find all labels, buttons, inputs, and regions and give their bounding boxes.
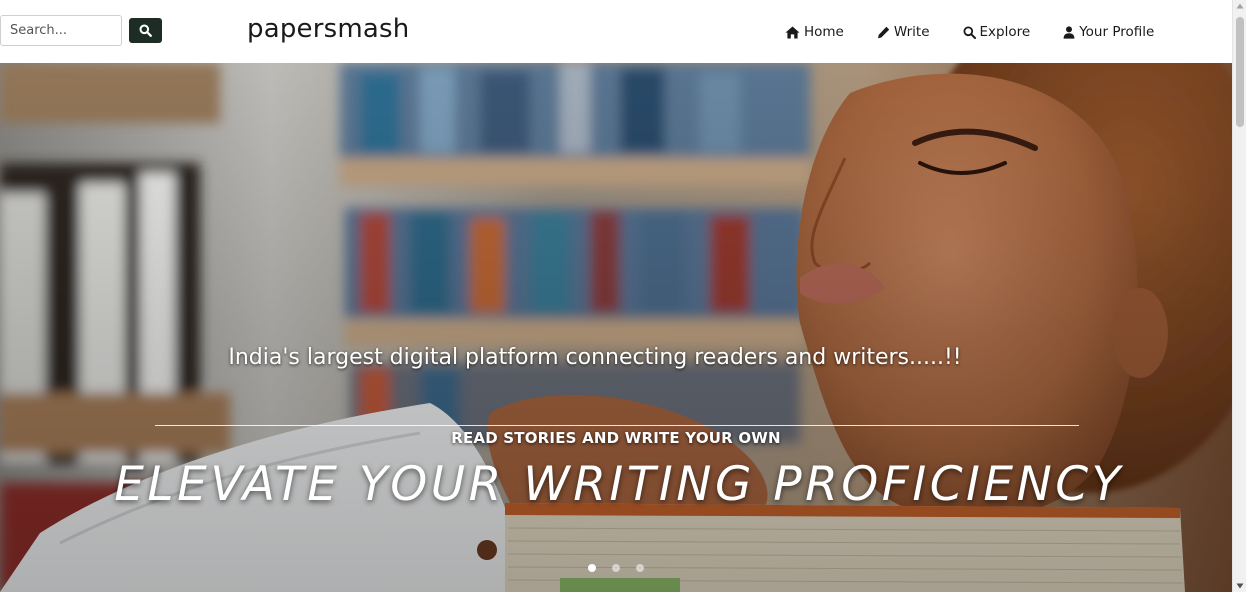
scrollbar-thumb[interactable]	[1236, 17, 1244, 127]
home-icon	[785, 26, 800, 38]
carousel-indicators	[588, 564, 660, 572]
carousel-indicator-3[interactable]	[636, 564, 644, 572]
hero-background-image	[0, 63, 1232, 592]
search-button[interactable]	[129, 18, 162, 43]
nav-explore-label: Explore	[979, 24, 1031, 40]
user-icon	[1063, 25, 1075, 39]
search-input[interactable]	[0, 15, 122, 46]
scroll-up-arrow-icon[interactable]	[1236, 3, 1244, 9]
nav-profile-link[interactable]: Your Profile	[1063, 24, 1154, 40]
scroll-down-arrow-icon[interactable]	[1236, 583, 1244, 589]
nav-explore-link[interactable]: Explore	[963, 24, 1031, 40]
page-scrollbar[interactable]	[1232, 0, 1246, 592]
hero-carousel: India's largest digital platform connect…	[0, 63, 1232, 592]
brand-logo[interactable]: papersmash	[247, 14, 409, 44]
top-navbar: papersmash Home Write Explore	[0, 0, 1232, 63]
search-icon	[963, 26, 976, 39]
main-nav: Home Write Explore Your Profile	[785, 22, 1154, 42]
carousel-indicator-1[interactable]	[588, 564, 596, 572]
search-icon	[139, 24, 152, 37]
carousel-indicator-2[interactable]	[612, 564, 620, 572]
nav-profile-label: Your Profile	[1079, 24, 1155, 40]
hero-headline: ELEVATE YOUR WRITING PROFICIENCY	[114, 457, 1124, 512]
hero-divider	[155, 425, 1079, 426]
pencil-icon	[877, 26, 890, 38]
hero-tagline: India's largest digital platform connect…	[228, 345, 962, 370]
nav-home-label: Home	[804, 24, 844, 40]
nav-write-link[interactable]: Write	[877, 24, 930, 40]
nav-write-label: Write	[893, 24, 930, 40]
nav-home-link[interactable]: Home	[785, 24, 844, 40]
hero-subheading: READ STORIES AND WRITE YOUR OWN	[451, 429, 781, 447]
